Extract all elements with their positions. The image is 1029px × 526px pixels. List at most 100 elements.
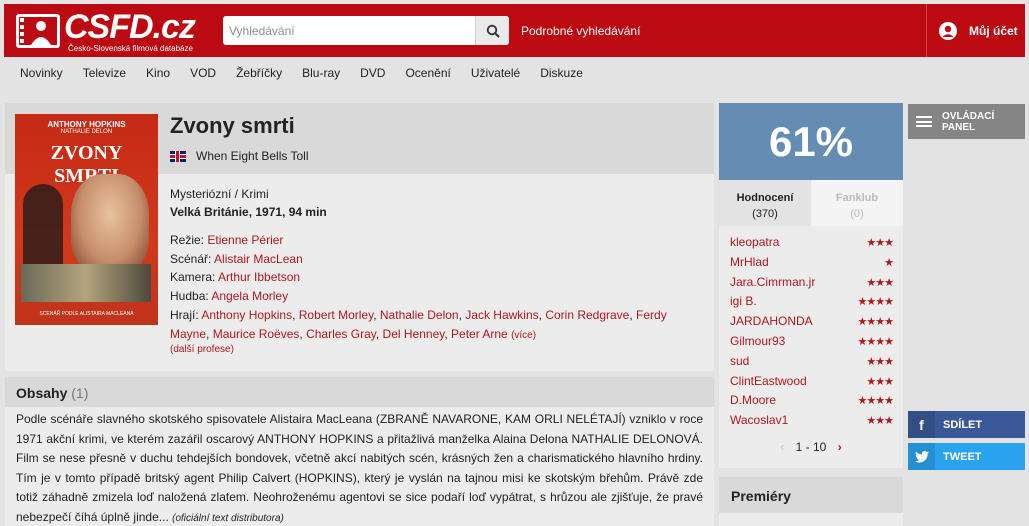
plot-text: Podle scénáře slavného skotského spisova…	[16, 410, 703, 526]
nav-item-diskuze[interactable]: Diskuze	[540, 66, 583, 80]
nav-item-vod[interactable]: VOD	[190, 66, 216, 80]
cast-link[interactable]: Del Henney	[383, 327, 445, 341]
nav-item-oceneni[interactable]: Ocenění	[405, 66, 450, 80]
rating-user-link[interactable]: kleopatra	[730, 235, 779, 249]
menu-icon	[916, 116, 932, 127]
music-link[interactable]: Angela Morley	[211, 289, 288, 303]
cast-link[interactable]: Maurice Roëves	[213, 327, 300, 341]
rating-stars: ★★★	[866, 415, 894, 428]
rating-stars: ★★★★	[857, 316, 894, 329]
search-icon	[486, 24, 500, 38]
rating-row: sud ★★★	[719, 354, 903, 374]
rating-percent: 61%	[719, 103, 903, 180]
cast-link[interactable]: Peter Arne	[451, 327, 508, 341]
pager-range: 1 - 10	[795, 440, 827, 454]
rating-user-link[interactable]: Wacoslav1	[730, 413, 788, 427]
rating-stars: ★★★	[866, 375, 894, 388]
control-panel-label-line1: OVLÁDACÍ	[942, 110, 995, 122]
cast-label: Hrají:	[170, 307, 199, 322]
tab-ratings[interactable]: Hodnocení (370)	[719, 180, 811, 226]
facebook-icon: f	[908, 411, 935, 438]
share-label: SDÍLET	[943, 418, 983, 431]
nav-item-kino[interactable]: Kino	[146, 66, 170, 80]
rating-stars: ★★★★	[857, 296, 894, 309]
premieres-heading: Premiéry	[719, 477, 903, 513]
control-panel-button[interactable]: OVLÁDACÍ PANEL	[908, 104, 1025, 139]
poster-credit: SCENÁŘ PODLE ALISTAIRA MACLEANA	[39, 311, 134, 317]
rating-user-link[interactable]: D.Moore	[730, 393, 776, 407]
rating-user-link[interactable]: igi B.	[730, 294, 757, 308]
original-title: When Eight Bells Toll	[170, 149, 309, 163]
rating-user-link[interactable]: Gilmour93	[730, 334, 785, 348]
camera-label: Kamera:	[170, 270, 216, 285]
plot-heading-text: Obsahy	[16, 385, 68, 401]
poster-actor2: NATHALIE DELON	[60, 129, 113, 135]
tab-fanclub-label: Fanklub	[835, 192, 879, 204]
cast-link[interactable]: Charles Gray	[306, 327, 376, 341]
twitter-tweet-button[interactable]: TWEET	[908, 443, 1025, 470]
original-title-text: When Eight Bells Toll	[196, 149, 309, 163]
pager-prev-icon[interactable]: ‹	[780, 440, 784, 454]
account-button[interactable]: Můj účet	[926, 4, 1025, 57]
advanced-search-link[interactable]: Podrobné vyhledávání	[521, 24, 640, 38]
nav-item-televize[interactable]: Televize	[83, 66, 126, 80]
cast-link[interactable]: Nathalie Delon	[380, 308, 459, 322]
rating-row: Gilmour93 ★★★★	[719, 334, 903, 354]
nav-item-zebricky[interactable]: Žebříčky	[236, 66, 282, 80]
premieres-panel: Premiéry	[719, 477, 903, 526]
search-input[interactable]	[223, 16, 473, 45]
user-icon	[939, 21, 957, 40]
tab-ratings-label: Hodnocení	[736, 192, 794, 204]
site-logo[interactable]: CSFD.cz Česko-Slovenská filmová databáze	[16, 8, 196, 54]
tweet-label: TWEET	[943, 450, 982, 463]
rating-stars: ★★★	[866, 276, 894, 289]
nav-item-bluray[interactable]: Blu-ray	[302, 66, 340, 80]
ratings-pager: ‹ 1 - 10 ›	[719, 440, 903, 454]
facebook-share-button[interactable]: f SDÍLET	[908, 411, 1025, 438]
cast-link[interactable]: Anthony Hopkins	[201, 308, 292, 322]
nav-item-novinky[interactable]: Novinky	[20, 66, 63, 80]
rating-user-link[interactable]: Jara.Cimrman.jr	[730, 275, 815, 289]
nav-item-dvd[interactable]: DVD	[360, 66, 385, 80]
rating-user-link[interactable]: sud	[730, 354, 749, 368]
poster-photo	[21, 264, 151, 302]
tab-ratings-count: (370)	[752, 208, 778, 220]
film-genre: Mysteriózní / Krimi	[170, 187, 269, 201]
rating-row: ClintEastwood ★★★	[719, 374, 903, 394]
rating-row: JARDAHONDA ★★★★	[719, 314, 903, 334]
poster-actor: ANTHONY HOPKINS	[47, 120, 126, 129]
rating-user-link[interactable]: ClintEastwood	[730, 374, 807, 388]
cast-link[interactable]: Corin Redgrave	[545, 308, 629, 322]
account-label: Můj účet	[969, 23, 1018, 38]
film-origin: Velká Británie, 1971, 94 min	[170, 205, 327, 219]
rating-user-link[interactable]: MrHlad	[730, 255, 769, 269]
rating-row: Jara.Cimrman.jr ★★★	[719, 275, 903, 295]
film-poster[interactable]: ANTHONY HOPKINS NATHALIE DELON ZVONY SMR…	[15, 114, 158, 325]
plot-heading: Obsahy (1)	[5, 377, 714, 407]
rating-stars: ★★★★	[857, 335, 894, 348]
camera-link[interactable]: Arthur Ibbetson	[218, 270, 300, 284]
rating-user-link[interactable]: JARDAHONDA	[730, 314, 813, 328]
rating-stars: ★★★	[866, 237, 894, 249]
tab-fanclub[interactable]: Fanklub (0)	[811, 180, 903, 226]
plot-panel: Obsahy (1) Podle scénáře slavného skotsk…	[5, 377, 714, 526]
control-panel-label-line2: PANEL	[942, 121, 976, 133]
rating-row: MrHlad ★	[719, 255, 903, 275]
other-professions-link[interactable]: (další profese)	[170, 344, 234, 355]
cast-more-link[interactable]: (více)	[511, 330, 536, 341]
logo-subtitle: Česko-Slovenská filmová databáze	[68, 44, 193, 53]
poster-face	[71, 174, 149, 274]
plot-count: (1)	[71, 385, 89, 401]
pager-next-icon[interactable]: ›	[838, 440, 842, 454]
logo-film-icon	[16, 14, 60, 48]
rating-row: D.Moore ★★★★	[719, 393, 903, 413]
plot-source: (oficiální text distributora)	[172, 512, 284, 524]
writer-link[interactable]: Alistair MacLean	[214, 252, 303, 266]
cast-link[interactable]: Robert Morley	[299, 308, 373, 322]
search-button[interactable]	[475, 16, 509, 45]
film-creators: Režie: Etienne Périer Scénář: Alistair M…	[170, 233, 667, 341]
director-link[interactable]: Etienne Périer	[207, 233, 283, 247]
nav-item-uzivatele[interactable]: Uživatelé	[471, 66, 520, 80]
cast-link[interactable]: Jack Hawkins	[465, 308, 538, 322]
rating-row: kleopatra ★★★	[719, 235, 903, 255]
